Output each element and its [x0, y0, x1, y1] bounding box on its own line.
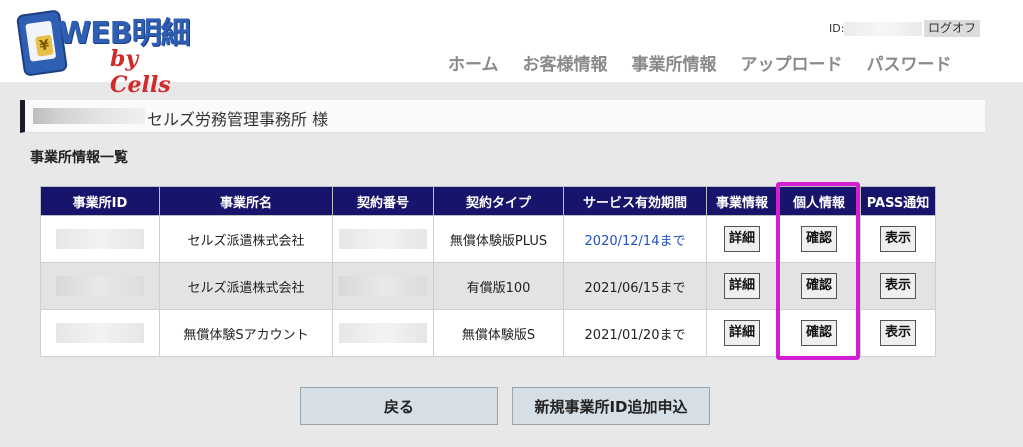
office-id-masked [56, 229, 144, 249]
office-id-masked [56, 276, 144, 296]
office-id-cell [40, 309, 160, 357]
contract-type-cell: 無償体験版S [433, 309, 564, 357]
nav-home[interactable]: ホーム [448, 50, 499, 75]
logo-sub-text: by Cells [110, 46, 171, 98]
office-id-masked [56, 323, 144, 343]
office-table: 事業所ID 事業所名 契約番号 契約タイプ サービス有効期間 事業情報 個人情報… [40, 186, 936, 357]
service-period-cell: 2021/01/20まで [563, 309, 707, 357]
contract-type-cell: 有償版100 [433, 262, 564, 310]
company-name-masked [33, 108, 145, 124]
table-row: 無償体験Sアカウント 無償体験版S 2021/01/20まで 詳細 確認 表示 [40, 309, 936, 357]
col-contract-no: 契約番号 [332, 186, 434, 216]
contract-type-cell: 無償体験版PLUS [433, 215, 564, 263]
show-button[interactable]: 表示 [879, 226, 916, 252]
user-id-value-masked [844, 22, 923, 36]
office-name-cell: セルズ派遣株式会社 [159, 262, 333, 310]
table-row: セルズ派遣株式会社 無償体験版PLUS 2020/12/14まで 詳細 確認 表… [40, 215, 936, 263]
contract-no-cell [332, 215, 434, 263]
header: ¥ WEB明細 by Cells ID: ログオフ ホーム お客様情報 事業所情… [0, 0, 1023, 98]
service-period-cell: 2021/06/15まで [563, 262, 707, 310]
table-row: セルズ派遣株式会社 有償版100 2021/06/15まで 詳細 確認 表示 [40, 262, 936, 310]
confirm-button[interactable]: 確認 [800, 226, 837, 252]
user-id-label: ID: [829, 22, 845, 35]
office-name-cell: 無償体験Sアカウント [159, 309, 333, 357]
detail-button[interactable]: 詳細 [723, 226, 760, 252]
contract-no-masked [339, 323, 427, 343]
user-id: ID: [829, 22, 923, 36]
col-contract-type: 契約タイプ [433, 186, 564, 216]
col-office-id: 事業所ID [40, 186, 160, 216]
office-name-cell: セルズ派遣株式会社 [159, 215, 333, 263]
detail-button[interactable]: 詳細 [723, 320, 760, 346]
show-button[interactable]: 表示 [879, 273, 916, 299]
confirm-button[interactable]: 確認 [800, 320, 837, 346]
new-office-request-button[interactable]: 新規事業所ID追加申込 [512, 387, 710, 425]
contract-no-masked [339, 276, 427, 296]
contract-no-cell [332, 262, 434, 310]
office-id-cell [40, 262, 160, 310]
nav-office-info[interactable]: 事業所情報 [632, 50, 717, 75]
col-pass-notice: PASS通知 [860, 186, 936, 216]
company-title: セルズ労務管理事務所 様 [147, 110, 329, 129]
web-meisai-logo[interactable]: ¥ WEB明細 by Cells [15, 8, 196, 98]
col-office-name: 事業所名 [159, 186, 333, 216]
nav-upload[interactable]: アップロード [741, 50, 843, 75]
nav-customer-info[interactable]: お客様情報 [523, 50, 608, 75]
main-nav: ホーム お客様情報 事業所情報 アップロード パスワード [448, 50, 952, 75]
yen-icon: ¥ [35, 34, 54, 57]
col-personal-info: 個人情報 [777, 186, 861, 216]
back-button[interactable]: 戻る [300, 387, 498, 425]
nav-password[interactable]: パスワード [867, 50, 952, 75]
table-header-row: 事業所ID 事業所名 契約番号 契約タイプ サービス有効期間 事業情報 個人情報… [40, 186, 936, 216]
contract-no-cell [332, 309, 434, 357]
logout-button[interactable]: ログオフ [924, 20, 981, 37]
col-service-period: サービス有効期間 [563, 186, 707, 216]
show-button[interactable]: 表示 [879, 320, 916, 346]
detail-button[interactable]: 詳細 [723, 273, 760, 299]
confirm-button[interactable]: 確認 [800, 273, 837, 299]
office-id-cell [40, 215, 160, 263]
contract-no-masked [339, 229, 427, 249]
col-business-info: 事業情報 [706, 186, 778, 216]
section-title: 事業所情報一覧 [30, 150, 128, 166]
company-title-bar: セルズ労務管理事務所 様 [20, 100, 985, 133]
service-period-cell: 2020/12/14まで [563, 215, 707, 263]
